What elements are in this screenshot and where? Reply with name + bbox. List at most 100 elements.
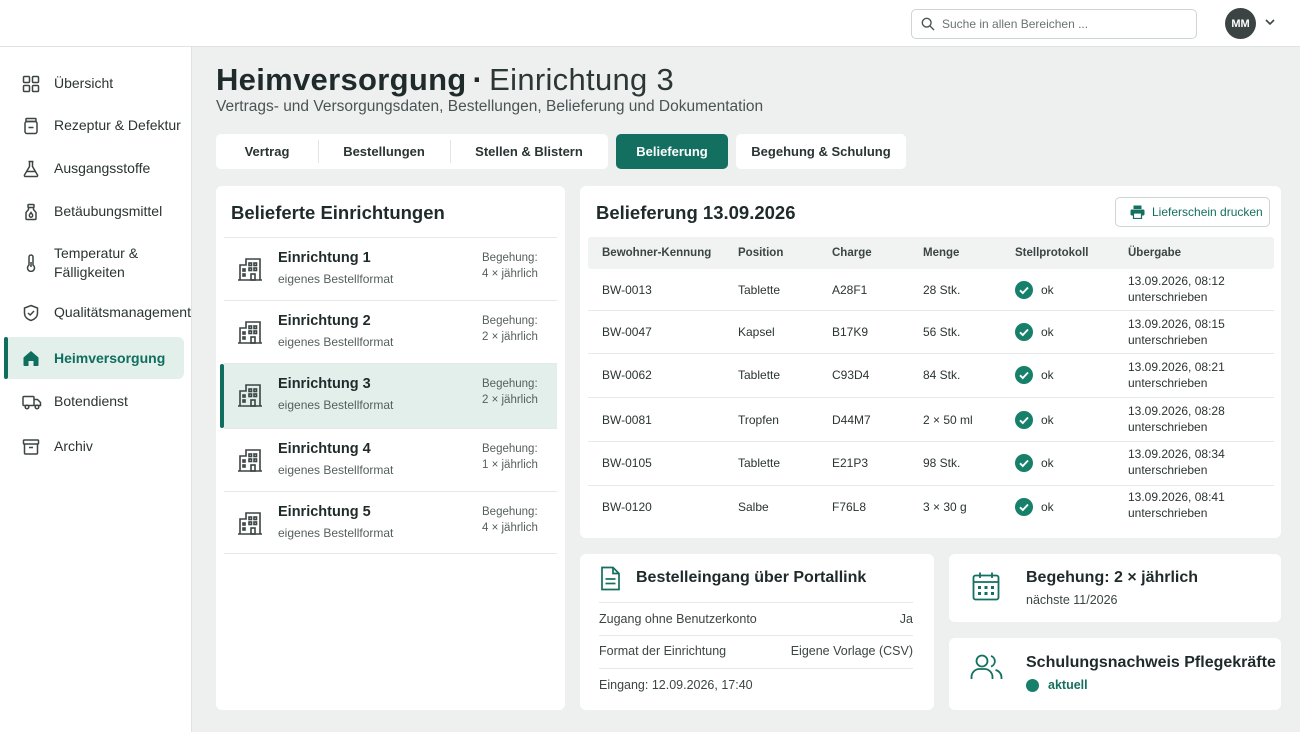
column-header: Charge [832, 247, 872, 259]
cell-charge: C93D4 [832, 368, 870, 382]
table-row[interactable]: BW-0047 Kapsel B17K9 56 Stk. ok 13.09.20… [588, 311, 1274, 354]
sidebar-item-archiv[interactable]: Archiv [5, 430, 184, 463]
grid-icon [22, 75, 40, 92]
cell-quantity: 2 × 50 ml [923, 413, 973, 427]
table-row[interactable]: BW-0081 Tropfen D44M7 2 × 50 ml ok 13.09… [588, 398, 1274, 442]
training-card: Schulungsnachweis Pflegekräfte aktuell [949, 638, 1281, 710]
facility-name: Einrichtung 5 [278, 504, 371, 520]
column-header: Bewohner-Kennung [602, 247, 712, 259]
protocol-status: ok [1041, 368, 1054, 382]
visit-title: Begehung: 2 × jährlich [1026, 569, 1199, 586]
visit-next: nächste 11/2026 [1026, 593, 1118, 607]
portal-key: Format der Einrichtung [599, 644, 727, 658]
handover-time: 13.09.2026, 08:34 [1128, 447, 1225, 461]
visit-label: Begehung: [482, 378, 538, 390]
sidebar-item-betaeubungsmittel[interactable]: Betäubungsmittel [5, 195, 184, 228]
search-input[interactable] [942, 17, 1182, 31]
cell-resident-id: BW-0105 [602, 456, 652, 470]
visit-card: Begehung: 2 × jährlich nächste 11/2026 [949, 554, 1281, 622]
handover-time: 13.09.2026, 08:15 [1128, 317, 1225, 331]
portal-title: Bestelleingang über Portallink [636, 569, 867, 586]
portal-row-format: Format der Einrichtung Eigene Vorlage (CS… [599, 644, 913, 658]
tab-belieferung[interactable]: Belieferung [616, 134, 728, 169]
facility-name: Einrichtung 2 [278, 313, 371, 329]
title-separator: · [472, 62, 484, 97]
sidebar-item-qualitaetsmanagement[interactable]: Qualitätsmanagement [5, 296, 191, 329]
portal-key: Zugang ohne Benutzerkonto [599, 612, 757, 626]
cell-handover: 13.09.2026, 08:12 unterschrieben [1128, 273, 1225, 305]
facility-format: eigenes Bestellformat [278, 398, 394, 412]
handover-time: 13.09.2026, 08:28 [1128, 404, 1225, 418]
divider [599, 668, 913, 669]
cell-position: Salbe [738, 500, 769, 514]
sidebar-item-temperatur[interactable]: Temperatur & Fälligkeiten [5, 237, 184, 289]
search-icon [921, 17, 935, 31]
protocol-status: ok [1041, 325, 1054, 339]
handover-time: 13.09.2026, 08:21 [1128, 360, 1225, 374]
cell-charge: F76L8 [832, 500, 867, 514]
sidebar-item-rezeptur[interactable]: Rezeptur & Defektur [5, 109, 184, 142]
check-circle-icon [1015, 498, 1033, 516]
top-bar: MM [0, 0, 1300, 47]
tab-divider [318, 140, 319, 163]
facility-item-3[interactable]: Einrichtung 3 eigenes Bestellformat Bege… [220, 363, 557, 428]
chevron-down-icon[interactable] [1264, 16, 1276, 28]
table-row[interactable]: BW-0105 Tablette E21P3 98 Stk. ok 13.09.… [588, 442, 1274, 486]
cell-handover: 13.09.2026, 08:34 unterschrieben [1128, 446, 1225, 478]
cell-quantity: 84 Stk. [923, 368, 961, 382]
sidebar-item-ausgangsstoffe[interactable]: Ausgangsstoffe [5, 152, 184, 185]
visit-label: Begehung: [482, 506, 538, 518]
cell-position: Tablette [738, 283, 781, 297]
facility-item-5[interactable]: Einrichtung 5 eigenes Bestellformat Bege… [224, 491, 557, 554]
sidebar-item-uebersicht[interactable]: Übersicht [5, 67, 184, 100]
user-avatar[interactable]: MM [1225, 8, 1256, 39]
facilities-card: Belieferte Einrichtungen Einrichtung 1 e… [216, 186, 565, 710]
delivery-card: Belieferung 13.09.2026 Lieferschein druc… [580, 186, 1281, 538]
handover-state: unterschrieben [1128, 420, 1208, 434]
facility-item-2[interactable]: Einrichtung 2 eigenes Bestellformat Bege… [224, 300, 557, 363]
visit-frequency: 2 × jährlich [482, 331, 538, 343]
building-icon [238, 512, 262, 535]
tab-bestellungen[interactable]: Bestellungen [318, 134, 450, 169]
handover-time: 13.09.2026, 08:12 [1128, 274, 1225, 288]
facility-item-4[interactable]: Einrichtung 4 eigenes Bestellformat Bege… [224, 428, 557, 491]
facility-visit: Begehung: 1 × jährlich [482, 441, 538, 473]
check-circle-icon [1015, 281, 1033, 299]
table-row[interactable]: BW-0120 Salbe F76L8 3 × 30 g ok 13.09.20… [588, 486, 1274, 529]
truck-icon [22, 395, 42, 410]
visit-frequency: 4 × jährlich [482, 268, 538, 280]
sidebar-item-label: Archiv [54, 438, 93, 454]
table-row[interactable]: BW-0013 Tablette A28F1 28 Stk. ok 13.09.… [588, 269, 1274, 311]
cell-quantity: 28 Stk. [923, 283, 961, 297]
table-row[interactable]: BW-0062 Tablette C93D4 84 Stk. ok 13.09.… [588, 354, 1274, 398]
portal-row-access: Zugang ohne Benutzerkonto Ja [599, 612, 913, 626]
tab-begehung-schulung[interactable]: Begehung & Schulung [736, 134, 906, 169]
archive-icon [22, 438, 40, 455]
visit-frequency: 1 × jährlich [482, 459, 538, 471]
cell-resident-id: BW-0013 [602, 283, 652, 297]
tab-stellen-blistern[interactable]: Stellen & Blistern [450, 134, 608, 169]
tab-vertrag[interactable]: Vertrag [216, 134, 318, 169]
cell-resident-id: BW-0047 [602, 325, 652, 339]
sidebar-item-heimversorgung[interactable]: Heimversorgung [4, 337, 184, 379]
print-delivery-note-button[interactable]: Lieferschein drucken [1115, 197, 1270, 227]
home-icon [23, 351, 39, 366]
sidebar-item-botendienst[interactable]: Botendienst [5, 385, 184, 418]
facility-name: Einrichtung 3 [278, 376, 371, 392]
page-title-facility: Einrichtung 3 [489, 62, 675, 97]
building-icon [238, 258, 262, 281]
global-search[interactable] [911, 9, 1197, 39]
thermometer-icon [26, 254, 36, 272]
training-status-label: aktuell [1048, 678, 1088, 692]
protocol-status: ok [1041, 456, 1054, 470]
facility-visit: Begehung: 2 × jährlich [482, 376, 538, 408]
visit-frequency: 2 × jährlich [482, 394, 538, 406]
column-header: Menge [923, 247, 960, 259]
cell-protocol: ok [1015, 454, 1054, 472]
building-icon [238, 321, 262, 344]
sidebar-item-label: Temperatur & Fälligkeiten [54, 245, 139, 280]
portal-received: Eingang: 12.09.2026, 17:40 [599, 678, 753, 692]
cell-resident-id: BW-0081 [602, 413, 652, 427]
sidebar-item-label: Botendienst [54, 393, 128, 409]
facility-item-1[interactable]: Einrichtung 1 eigenes Bestellformat Bege… [224, 237, 557, 300]
